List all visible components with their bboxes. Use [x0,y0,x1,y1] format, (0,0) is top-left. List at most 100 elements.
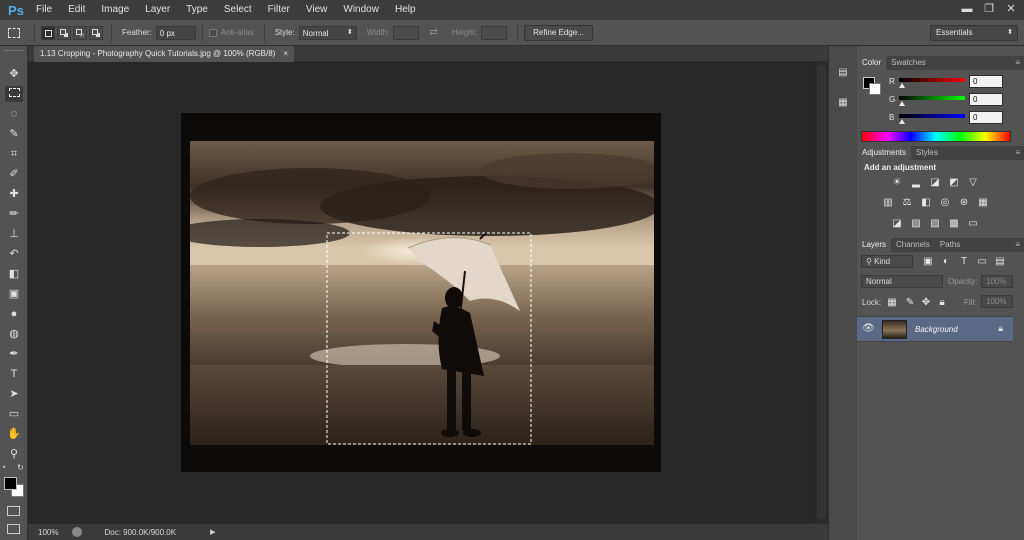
color-lookup-icon[interactable]: ▦ [976,197,990,209]
layer-row[interactable]: 👁︎ Background 🔒︎ [857,316,1013,342]
quick-selection-tool-icon[interactable]: ✎ [5,126,23,142]
pen-tool-icon[interactable]: ✒ [5,346,23,362]
eraser-tool-icon[interactable]: ◧ [5,266,23,282]
tab-color[interactable]: Color [857,56,887,70]
move-tool-icon[interactable]: ✥ [5,66,23,82]
history-panel-icon[interactable]: ▤ [836,66,850,80]
green-slider[interactable] [899,96,965,100]
blue-value[interactable]: 0 [969,111,1003,124]
workspace-select[interactable]: Essentials ⬍ [930,25,1018,41]
new-selection-button[interactable] [41,25,55,40]
screen-mode-icon[interactable] [7,524,20,534]
panel-menu-icon[interactable]: ≡ [1015,240,1020,249]
height-input[interactable] [481,25,508,40]
healing-brush-tool-icon[interactable]: ✚ [5,186,23,202]
filter-smart-object-icon[interactable]: ▤ [993,256,1007,268]
feather-input[interactable]: 0 px [155,25,196,40]
menu-type[interactable]: Type [178,0,216,20]
width-input[interactable] [393,25,420,40]
layer-kind-filter[interactable]: ⚲ Kind [861,255,913,268]
levels-icon[interactable]: ▂ [909,177,923,189]
crop-tool-icon[interactable]: ⌗ [5,146,23,162]
menu-view[interactable]: View [298,0,336,20]
tab-adjustments[interactable]: Adjustments [857,146,912,160]
menu-filter[interactable]: Filter [260,0,298,20]
menu-layer[interactable]: Layer [137,0,178,20]
current-tool-preset[interactable] [0,27,28,38]
posterize-icon[interactable]: ▨ [909,218,923,230]
canvas-area[interactable] [28,62,814,523]
color-balance-icon[interactable]: ⚖ [900,197,914,209]
threshold-icon[interactable]: ▧ [928,218,942,230]
black-white-icon[interactable]: ◧ [919,197,933,209]
fill-input[interactable]: 100% [981,295,1013,308]
tab-swatches[interactable]: Swatches [886,56,931,70]
history-brush-tool-icon[interactable]: ↶ [5,246,23,262]
zoom-level[interactable]: 100% [38,528,58,537]
properties-panel-icon[interactable]: ▦ [836,96,850,110]
antialias-checkbox[interactable] [208,28,217,37]
clone-stamp-tool-icon[interactable]: ⊥ [5,226,23,242]
refine-edge-button[interactable]: Refine Edge... [524,24,593,41]
panel-menu-icon[interactable]: ≡ [1015,148,1020,157]
tab-channels[interactable]: Channels [891,238,935,252]
subtract-selection-button[interactable] [73,25,87,40]
blend-mode-select[interactable]: Normal [861,275,943,288]
vertical-scrollbar[interactable] [814,62,828,523]
lasso-tool-icon[interactable]: ◌ [5,106,23,122]
exposure-icon[interactable]: ◩ [947,177,961,189]
opacity-input[interactable]: 100% [981,275,1013,288]
selective-color-icon[interactable]: ▩ [947,218,961,230]
lock-all-icon[interactable]: 🔒︎ [935,297,949,309]
menu-edit[interactable]: Edit [60,0,93,20]
red-slider-thumb[interactable] [899,83,905,88]
tab-layers[interactable]: Layers [857,238,892,252]
close-button[interactable]: ✕ [1004,2,1018,16]
hue-saturation-icon[interactable]: ▥ [881,197,895,209]
menu-select[interactable]: Select [216,0,260,20]
eyedropper-tool-icon[interactable]: ✐ [5,166,23,182]
close-tab-icon[interactable]: × [283,46,288,62]
red-slider[interactable] [899,78,965,82]
rectangular-marquee-tool-icon[interactable] [5,86,23,102]
swap-colors-icon[interactable]: ↻ [17,463,24,472]
layer-name[interactable]: Background [915,325,958,334]
gradient-tool-icon[interactable]: ▣ [5,286,23,302]
scrollbar-thumb[interactable] [817,66,826,518]
minimize-button[interactable]: ▬ [960,2,974,16]
restore-button[interactable]: ❐ [982,2,996,16]
lock-image-icon[interactable]: ✎ [903,297,917,309]
color-spectrum[interactable] [861,131,1011,142]
brightness-contrast-icon[interactable]: ☀ [890,177,904,189]
green-value[interactable]: 0 [969,93,1003,106]
intersect-selection-button[interactable] [89,25,103,40]
green-slider-thumb[interactable] [899,101,905,106]
invert-icon[interactable]: ◪ [890,218,904,230]
lock-transparent-icon[interactable]: ▦ [885,297,899,309]
default-colors-icon[interactable]: ▪ [3,464,5,471]
menu-help[interactable]: Help [387,0,424,20]
menu-image[interactable]: Image [93,0,137,20]
filter-shape-icon[interactable]: ▭ [975,256,989,268]
visibility-eye-icon[interactable]: 👁︎ [862,323,875,334]
tab-paths[interactable]: Paths [935,238,965,252]
status-info-icon[interactable] [72,527,83,537]
blue-slider[interactable] [899,114,965,118]
document-tab[interactable]: 1.13 Cropping - Photography Quick Tutori… [34,46,295,62]
zoom-tool-icon[interactable]: ⚲ [5,446,23,462]
menu-window[interactable]: Window [335,0,387,20]
gradient-map-icon[interactable]: ▭ [966,218,980,230]
blur-tool-icon[interactable]: ● [5,306,23,322]
quick-mask-icon[interactable] [7,506,20,516]
hand-tool-icon[interactable]: ✋ [5,426,23,442]
dodge-tool-icon[interactable]: ◍ [5,326,23,342]
curves-icon[interactable]: ◪ [928,177,942,189]
style-select[interactable]: Normal ⬍ [298,25,357,40]
swap-dimensions-icon[interactable]: ⇄ [429,27,437,38]
rectangle-tool-icon[interactable]: ▭ [5,406,23,422]
channel-mixer-icon[interactable]: ⊛ [957,197,971,209]
foreground-color-swatch[interactable] [4,477,17,490]
document-canvas[interactable] [181,113,661,472]
toolbar-grip[interactable] [4,50,24,53]
path-selection-tool-icon[interactable]: ➤ [5,386,23,402]
